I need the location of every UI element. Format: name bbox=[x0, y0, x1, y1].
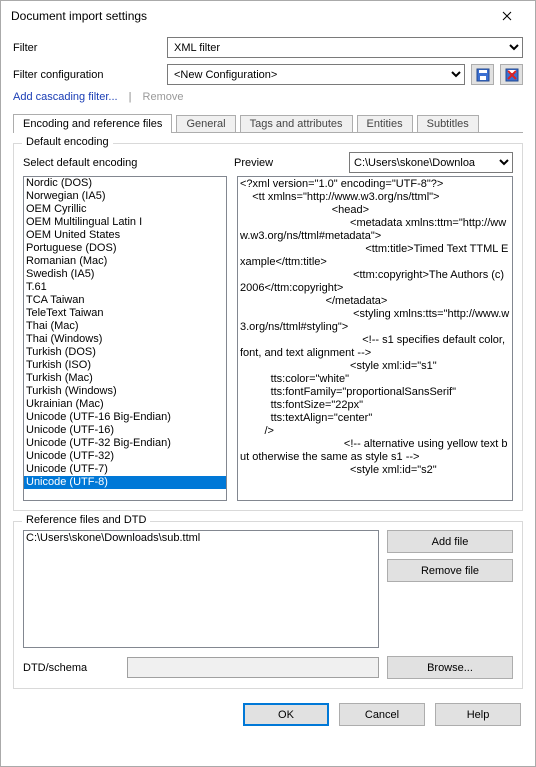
filter-config-label: Filter configuration bbox=[13, 69, 161, 81]
dialog-button-bar: OK Cancel Help bbox=[1, 689, 535, 726]
select-encoding-label: Select default encoding bbox=[23, 157, 228, 169]
preview-path-select[interactable]: C:\Users\skone\Downloa bbox=[349, 152, 513, 173]
list-item[interactable]: Swedish (IA5) bbox=[24, 268, 226, 281]
list-item[interactable]: Romanian (Mac) bbox=[24, 255, 226, 268]
list-item[interactable]: Unicode (UTF-7) bbox=[24, 463, 226, 476]
help-button[interactable]: Help bbox=[435, 703, 521, 726]
tab-encoding[interactable]: Encoding and reference files bbox=[13, 114, 172, 133]
delete-icon bbox=[505, 68, 519, 82]
list-item[interactable]: Turkish (ISO) bbox=[24, 359, 226, 372]
list-item[interactable]: OEM Cyrillic bbox=[24, 203, 226, 216]
dtd-schema-label: DTD/schema bbox=[23, 662, 119, 674]
filter-select[interactable]: XML filter bbox=[167, 37, 523, 58]
encoding-listbox[interactable]: Nordic (DOS) Norwegian (IA5) OEM Cyrilli… bbox=[23, 176, 227, 501]
save-config-button[interactable] bbox=[471, 64, 494, 85]
list-item[interactable]: Turkish (Mac) bbox=[24, 372, 226, 385]
list-item[interactable]: Turkish (Windows) bbox=[24, 385, 226, 398]
preview-label: Preview bbox=[234, 157, 273, 169]
list-item[interactable]: Turkish (DOS) bbox=[24, 346, 226, 359]
tab-strip: Encoding and reference files General Tag… bbox=[13, 111, 523, 133]
list-item[interactable]: C:\Users\skone\Downloads\sub.ttml bbox=[26, 532, 376, 545]
list-item-selected[interactable]: Unicode (UTF-8) bbox=[24, 476, 226, 489]
window-title: Document import settings bbox=[11, 9, 487, 23]
tab-subtitles[interactable]: Subtitles bbox=[417, 115, 479, 132]
add-cascading-filter-link[interactable]: Add cascading filter... bbox=[13, 91, 118, 103]
title-bar: Document import settings bbox=[1, 1, 535, 31]
save-icon bbox=[476, 68, 490, 82]
list-item[interactable]: Unicode (UTF-16) bbox=[24, 424, 226, 437]
tab-general[interactable]: General bbox=[176, 115, 235, 132]
close-button[interactable] bbox=[487, 2, 527, 30]
reference-files-group: Reference files and DTD C:\Users\skone\D… bbox=[13, 521, 523, 689]
list-item[interactable]: Thai (Windows) bbox=[24, 333, 226, 346]
list-item[interactable]: Unicode (UTF-16 Big-Endian) bbox=[24, 411, 226, 424]
add-file-button[interactable]: Add file bbox=[387, 530, 513, 553]
dtd-schema-field bbox=[127, 657, 379, 678]
remove-filter-link: Remove bbox=[143, 91, 184, 103]
list-item[interactable]: OEM Multilingual Latin I bbox=[24, 216, 226, 229]
list-item[interactable]: Unicode (UTF-32) bbox=[24, 450, 226, 463]
list-item[interactable]: Unicode (UTF-32 Big-Endian) bbox=[24, 437, 226, 450]
tab-entities[interactable]: Entities bbox=[357, 115, 413, 132]
reference-legend: Reference files and DTD bbox=[22, 514, 150, 526]
default-encoding-legend: Default encoding bbox=[22, 136, 113, 148]
list-item[interactable]: OEM United States bbox=[24, 229, 226, 242]
list-item[interactable]: Norwegian (IA5) bbox=[24, 190, 226, 203]
list-item[interactable]: Portuguese (DOS) bbox=[24, 242, 226, 255]
list-item[interactable]: TeleText Taiwan bbox=[24, 307, 226, 320]
browse-button[interactable]: Browse... bbox=[387, 656, 513, 679]
list-item[interactable]: T.61 bbox=[24, 281, 226, 294]
list-item[interactable]: Ukrainian (Mac) bbox=[24, 398, 226, 411]
preview-pane[interactable]: <?xml version="1.0" encoding="UTF-8"?> <… bbox=[237, 176, 513, 501]
remove-file-button[interactable]: Remove file bbox=[387, 559, 513, 582]
cancel-button[interactable]: Cancel bbox=[339, 703, 425, 726]
default-encoding-group: Default encoding Select default encoding… bbox=[13, 143, 523, 511]
list-item[interactable]: Thai (Mac) bbox=[24, 320, 226, 333]
filter-config-select[interactable]: <New Configuration> bbox=[167, 64, 465, 85]
ok-button[interactable]: OK bbox=[243, 703, 329, 726]
list-item[interactable]: Nordic (DOS) bbox=[24, 177, 226, 190]
link-separator: | bbox=[129, 91, 132, 103]
list-item[interactable]: TCA Taiwan bbox=[24, 294, 226, 307]
close-icon bbox=[502, 11, 512, 21]
filter-label: Filter bbox=[13, 42, 161, 54]
tab-tags[interactable]: Tags and attributes bbox=[240, 115, 353, 132]
delete-config-button[interactable] bbox=[500, 64, 523, 85]
reference-file-list[interactable]: C:\Users\skone\Downloads\sub.ttml bbox=[23, 530, 379, 648]
